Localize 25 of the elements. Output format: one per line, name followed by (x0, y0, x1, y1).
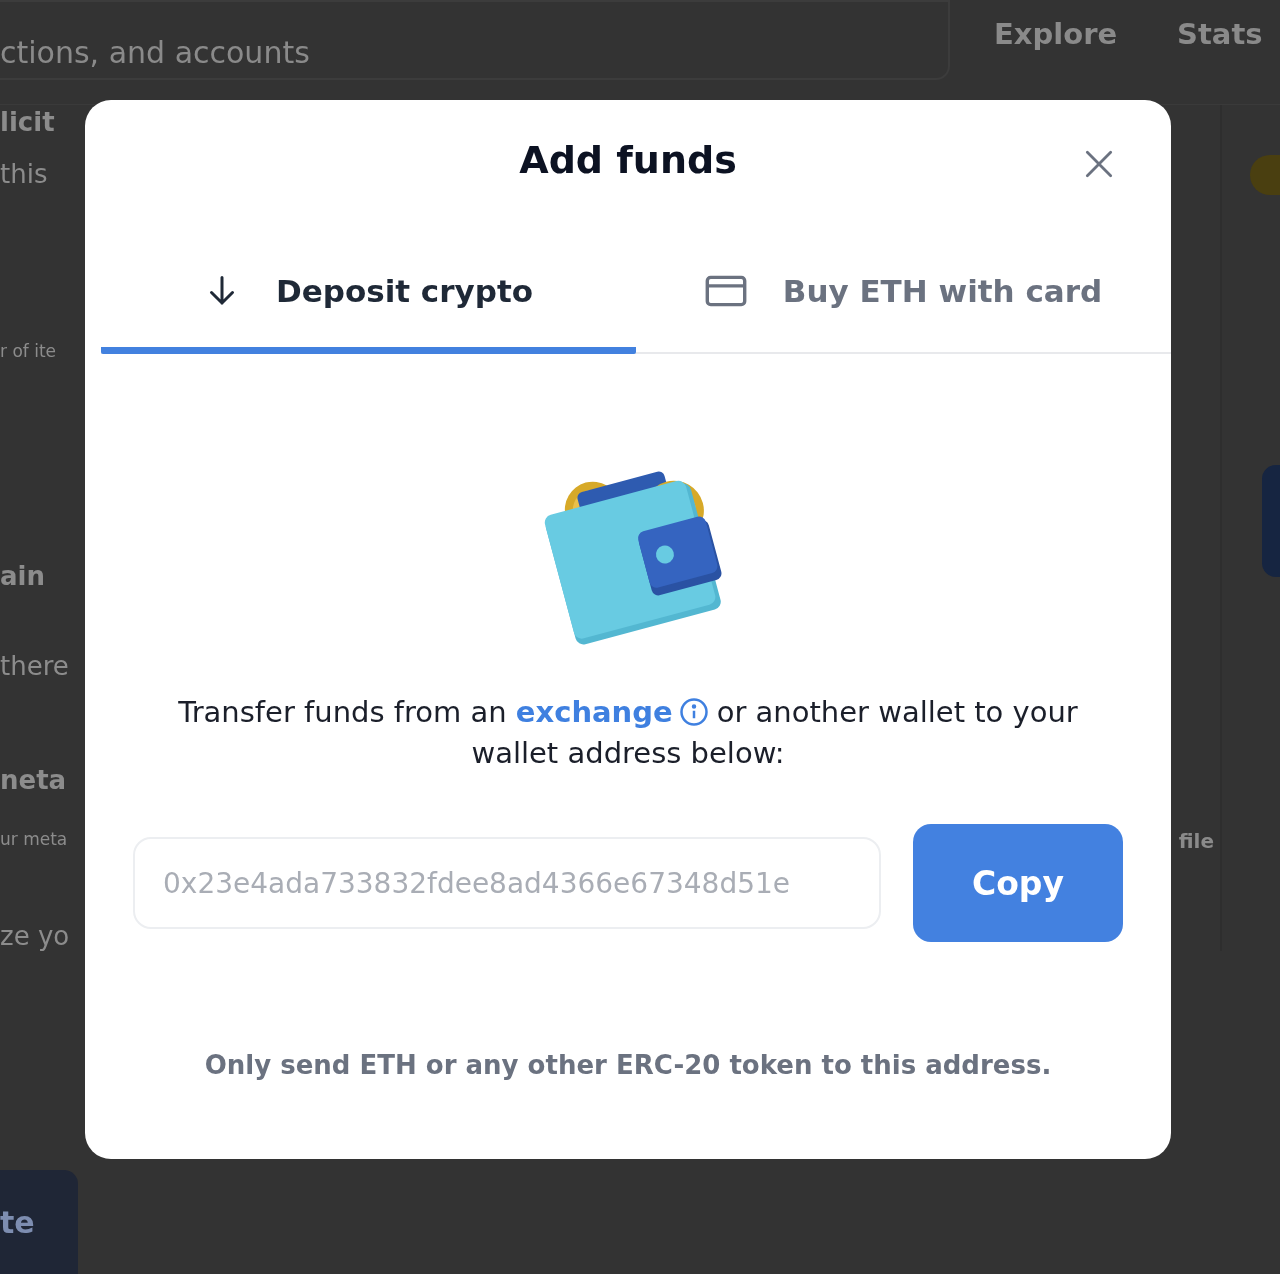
section-heading: ain (0, 561, 45, 591)
section-text: ur meta (0, 829, 68, 849)
section-text: file (1178, 829, 1214, 855)
wallet-address-field[interactable]: 0x23e4ada733832fdee8ad4366e67348d51e (133, 837, 881, 929)
transfer-instructions: Transfer funds from an exchange or another wallet to your wallet address below: (177, 694, 1079, 772)
nav-link[interactable]: Explore (994, 17, 1118, 51)
exchange-link[interactable]: exchange (515, 695, 673, 729)
close-icon (1085, 150, 1113, 178)
coin-icon (1250, 155, 1280, 195)
section-text: ze yo (0, 921, 70, 951)
section-text: r of ite (0, 341, 57, 361)
info-icon[interactable] (678, 697, 709, 727)
section-text: there (0, 651, 69, 681)
token-notice: Only send ETH or any other ERC-20 token to this address. (204, 1050, 1052, 1080)
copy-button[interactable]: Copy (913, 824, 1123, 942)
tab[interactable]: Buy ETH with card (636, 244, 1171, 354)
section-heading: licit (0, 107, 55, 137)
section-text: this (0, 159, 48, 189)
dialog-title: Add funds (519, 138, 737, 182)
search-field[interactable]: ctions, and accounts (0, 0, 950, 80)
section-heading: neta (0, 765, 67, 795)
submit-button[interactable]: te (0, 1170, 78, 1274)
nav-link[interactable]: Stats (1177, 17, 1263, 51)
credit-card-icon (704, 274, 747, 308)
tab[interactable]: Deposit crypto (101, 244, 636, 354)
